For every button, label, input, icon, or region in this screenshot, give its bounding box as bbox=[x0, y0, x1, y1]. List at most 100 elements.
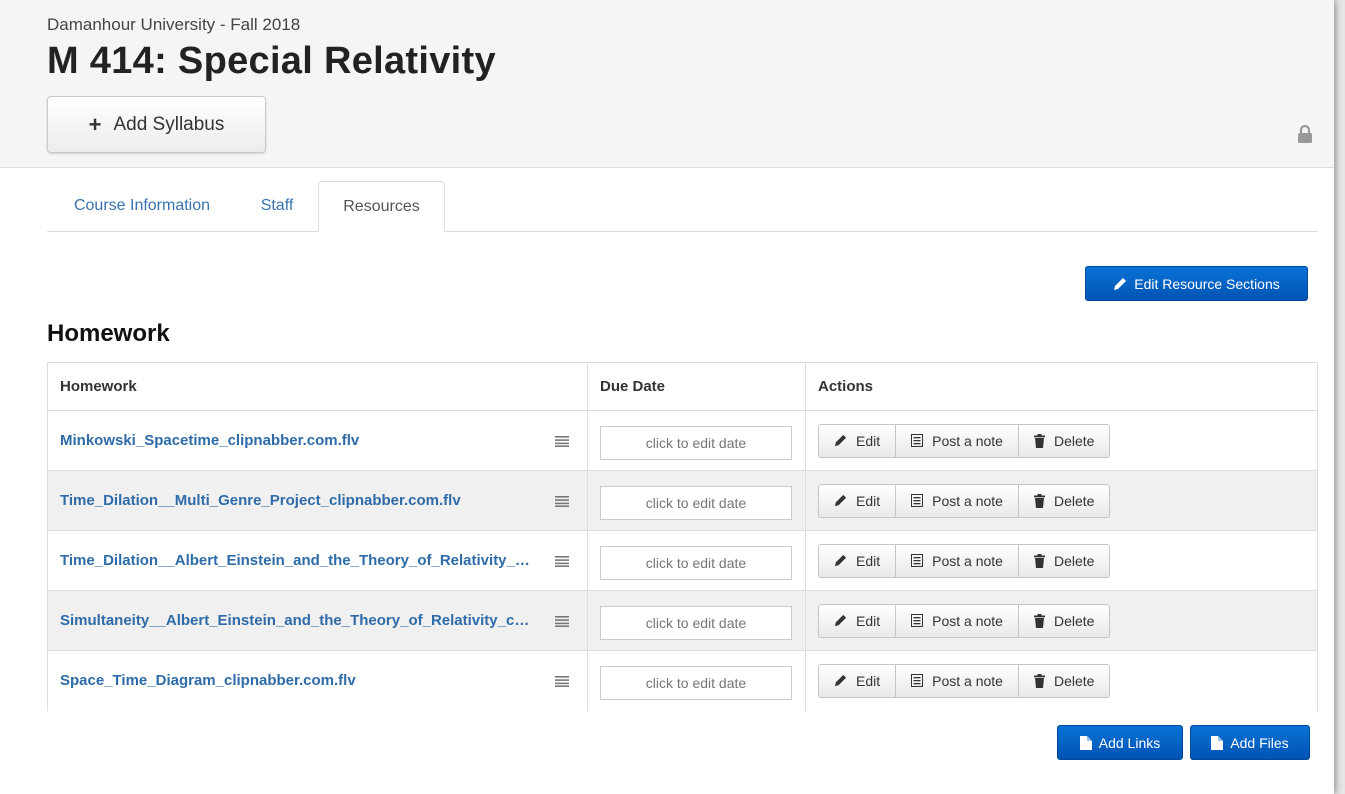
add-syllabus-button[interactable]: + Add Syllabus bbox=[47, 96, 266, 153]
drag-handle-icon[interactable] bbox=[555, 435, 569, 447]
due-date-input[interactable] bbox=[600, 485, 792, 520]
section-title: Homework bbox=[47, 320, 170, 347]
actions-cell: Edit Post a note Delete bbox=[805, 530, 1318, 591]
actions-cell: Edit Post a note Delete bbox=[805, 590, 1318, 651]
delete-button-label: Delete bbox=[1053, 492, 1095, 509]
action-button-group: Edit Post a note Delete bbox=[818, 603, 1305, 638]
edit-button[interactable]: Edit bbox=[818, 663, 897, 698]
column-header-homework: Homework bbox=[47, 362, 588, 411]
delete-button-label: Delete bbox=[1053, 672, 1095, 689]
edit-button[interactable]: Edit bbox=[818, 603, 897, 638]
homework-table: Homework Due Date Actions Minkowski_Spac… bbox=[47, 362, 1318, 711]
actions-cell: Edit Post a note Delete bbox=[805, 470, 1318, 531]
resource-link[interactable]: Space_Time_Diagram_clipnabber.com.flv bbox=[60, 672, 356, 689]
resource-link[interactable]: Minkowski_Spacetime_clipnabber.com.flv bbox=[60, 432, 359, 449]
note-icon bbox=[911, 614, 924, 627]
drag-handle-icon[interactable] bbox=[555, 615, 569, 627]
tab-course-information[interactable]: Course Information bbox=[47, 181, 237, 231]
tab-label: Staff bbox=[260, 197, 294, 214]
due-date-cell bbox=[587, 650, 806, 711]
edit-resource-sections-button[interactable]: Edit Resource Sections bbox=[1085, 266, 1308, 301]
edit-button[interactable]: Edit bbox=[818, 423, 897, 458]
delete-button[interactable]: Delete bbox=[1017, 423, 1111, 458]
table-row: Time_Dilation__Albert_Einstein_and_the_T… bbox=[47, 530, 1318, 591]
edit-button[interactable]: Edit bbox=[818, 483, 897, 518]
add-syllabus-label: Add Syllabus bbox=[113, 113, 225, 135]
table-row: Minkowski_Spacetime_clipnabber.com.flv E… bbox=[47, 410, 1318, 471]
pencil-icon bbox=[834, 675, 847, 687]
action-button-group: Edit Post a note Delete bbox=[818, 423, 1305, 458]
add-files-label: Add Files bbox=[1230, 734, 1289, 751]
delete-button-label: Delete bbox=[1053, 432, 1095, 449]
post-note-button-label: Post a note bbox=[932, 432, 1003, 449]
table-row: Time_Dilation__Multi_Genre_Project_clipn… bbox=[47, 470, 1318, 531]
delete-button[interactable]: Delete bbox=[1017, 483, 1111, 518]
add-links-label: Add Links bbox=[1098, 734, 1161, 751]
course-header: Damanhour University - Fall 2018 M 414: … bbox=[0, 0, 1334, 168]
post-note-button[interactable]: Post a note bbox=[895, 663, 1019, 698]
note-icon bbox=[911, 554, 924, 567]
trash-icon bbox=[1033, 613, 1045, 628]
delete-button[interactable]: Delete bbox=[1017, 603, 1111, 638]
delete-button-label: Delete bbox=[1053, 612, 1095, 629]
delete-button[interactable]: Delete bbox=[1017, 543, 1111, 578]
actions-cell: Edit Post a note Delete bbox=[805, 650, 1318, 711]
action-button-group: Edit Post a note Delete bbox=[818, 663, 1305, 698]
edit-button-label: Edit bbox=[856, 432, 881, 449]
edit-button-label: Edit bbox=[856, 612, 881, 629]
tab-label: Resources bbox=[343, 197, 420, 215]
tab-resources[interactable]: Resources bbox=[318, 181, 445, 232]
app-window: Damanhour University - Fall 2018 M 414: … bbox=[0, 0, 1334, 794]
post-note-button[interactable]: Post a note bbox=[895, 423, 1019, 458]
drag-handle-icon[interactable] bbox=[555, 675, 569, 687]
school-term: Damanhour University - Fall 2018 bbox=[47, 15, 301, 34]
action-button-group: Edit Post a note Delete bbox=[818, 483, 1305, 518]
pencil-icon bbox=[1114, 277, 1127, 290]
resource-link[interactable]: Simultaneity__Albert_Einstein_and_the_Th… bbox=[60, 612, 530, 629]
resource-link[interactable]: Time_Dilation__Multi_Genre_Project_clipn… bbox=[60, 492, 461, 509]
edit-button-label: Edit bbox=[856, 492, 881, 509]
pencil-icon bbox=[834, 434, 847, 447]
edit-button-label: Edit bbox=[856, 552, 881, 569]
resource-cell: Minkowski_Spacetime_clipnabber.com.flv bbox=[47, 410, 588, 471]
post-note-button[interactable]: Post a note bbox=[895, 543, 1019, 578]
resource-cell: Simultaneity__Albert_Einstein_and_the_Th… bbox=[47, 590, 588, 651]
action-button-group: Edit Post a note Delete bbox=[818, 543, 1305, 578]
note-icon bbox=[911, 494, 924, 507]
actions-cell: Edit Post a note Delete bbox=[805, 410, 1318, 471]
edit-button-label: Edit bbox=[856, 672, 881, 689]
post-note-button-label: Post a note bbox=[932, 492, 1003, 509]
course-title: M 414: Special Relativity bbox=[47, 40, 496, 82]
delete-button[interactable]: Delete bbox=[1017, 663, 1111, 698]
due-date-cell bbox=[587, 470, 806, 531]
file-icon bbox=[1211, 735, 1224, 750]
trash-icon bbox=[1033, 433, 1045, 448]
due-date-cell bbox=[587, 410, 806, 471]
table-row: Simultaneity__Albert_Einstein_and_the_Th… bbox=[47, 590, 1318, 651]
post-note-button[interactable]: Post a note bbox=[895, 603, 1019, 638]
post-note-button-label: Post a note bbox=[932, 612, 1003, 629]
add-links-button[interactable]: Add Links bbox=[1057, 725, 1183, 760]
resource-link[interactable]: Time_Dilation__Albert_Einstein_and_the_T… bbox=[60, 552, 530, 569]
drag-handle-icon[interactable] bbox=[555, 555, 569, 567]
add-files-button[interactable]: Add Files bbox=[1190, 725, 1310, 760]
resource-cell: Time_Dilation__Multi_Genre_Project_clipn… bbox=[47, 470, 588, 531]
drag-handle-icon[interactable] bbox=[555, 495, 569, 507]
file-icon bbox=[1079, 735, 1092, 750]
trash-icon bbox=[1033, 553, 1045, 568]
tab-bar: Course Information Staff Resources bbox=[47, 181, 1318, 232]
note-icon bbox=[911, 674, 924, 688]
due-date-input[interactable] bbox=[600, 545, 792, 580]
plus-icon: + bbox=[88, 111, 102, 137]
resource-cell: Space_Time_Diagram_clipnabber.com.flv bbox=[47, 650, 588, 711]
due-date-input[interactable] bbox=[600, 665, 792, 700]
delete-button-label: Delete bbox=[1053, 552, 1095, 569]
due-date-input[interactable] bbox=[600, 605, 792, 640]
due-date-input[interactable] bbox=[600, 425, 792, 460]
edit-button[interactable]: Edit bbox=[818, 543, 897, 578]
post-note-button[interactable]: Post a note bbox=[895, 483, 1019, 518]
lock-icon[interactable] bbox=[1297, 124, 1313, 144]
edit-resource-sections-label: Edit Resource Sections bbox=[1134, 275, 1280, 292]
tab-staff[interactable]: Staff bbox=[245, 181, 309, 231]
pencil-icon bbox=[834, 554, 847, 567]
